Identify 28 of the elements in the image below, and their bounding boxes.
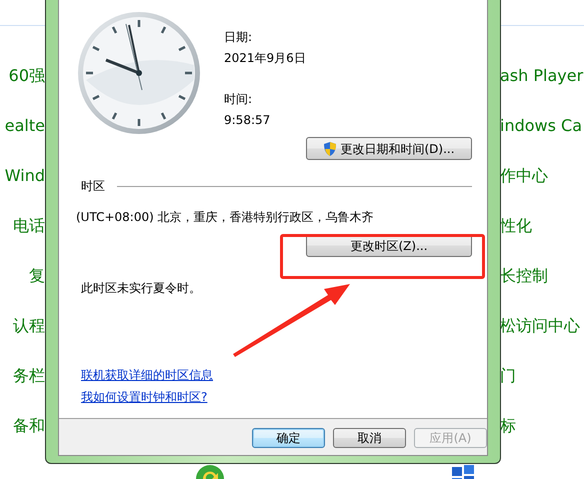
date-label: 日期: xyxy=(224,29,252,46)
shield-icon xyxy=(323,140,338,156)
change-date-time-button[interactable]: 更改日期和时间(D)... xyxy=(306,137,472,160)
section-title: 时区 xyxy=(81,178,105,195)
control-panel-link[interactable]: 务栏 xyxy=(13,366,45,385)
date-value: 2021年9月6日 xyxy=(224,50,306,67)
control-panel-link[interactable]: 电话 xyxy=(13,216,45,235)
control-panel-link[interactable]: ash Player xyxy=(500,66,584,85)
control-panel-link[interactable]: 复 xyxy=(29,266,45,285)
dialog-button[interactable]: 确定 xyxy=(252,428,325,448)
control-panel-link[interactable]: indows Ca xyxy=(500,116,582,135)
control-panel-link[interactable]: ealte xyxy=(4,116,45,135)
help-link[interactable]: 联机获取详细的时区信息 xyxy=(81,366,213,384)
dst-note: 此时区未实行夏令时。 xyxy=(80,280,201,297)
time-label: 时间: xyxy=(224,91,252,108)
control-panel-link[interactable]: 门 xyxy=(500,366,516,385)
control-panel-link[interactable]: 认程 xyxy=(13,316,45,335)
time-value: 9:58:57 xyxy=(224,112,270,129)
dialog-button[interactable]: 取消 xyxy=(333,428,406,448)
help-link[interactable]: 我如何设置时钟和时区? xyxy=(81,388,208,406)
control-panel-link[interactable]: 60强 xyxy=(8,66,45,85)
control-panel-link[interactable]: Wind xyxy=(4,166,45,185)
timezone-text: (UTC+08:00) 北京，重庆，香港特别行政区，乌鲁木齐 xyxy=(76,209,374,226)
control-panel-link[interactable]: 松访问中心 xyxy=(500,316,580,335)
control-panel-link[interactable]: 标 xyxy=(500,416,516,435)
control-panel-link[interactable]: 长控制 xyxy=(500,266,548,285)
control-panel-link[interactable]: 备和 xyxy=(13,416,45,435)
control-panel-link[interactable]: 作中心 xyxy=(500,166,548,185)
